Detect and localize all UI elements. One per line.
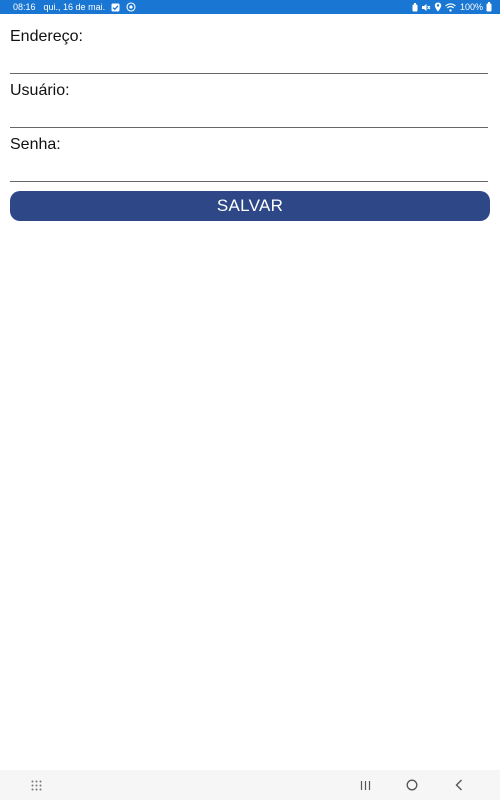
save-button[interactable]: SALVAR bbox=[10, 191, 490, 221]
battery-saver-icon bbox=[412, 2, 418, 12]
checkbox-icon bbox=[111, 3, 120, 12]
status-right: 100% bbox=[409, 0, 492, 14]
user-label: Usuário: bbox=[10, 82, 70, 99]
location-icon bbox=[434, 2, 442, 12]
password-field: Senha: bbox=[10, 122, 488, 182]
status-date: qui., 16 de mai. bbox=[43, 2, 106, 12]
battery-percent: 100% bbox=[459, 2, 483, 12]
address-field: Endereço: bbox=[10, 14, 488, 74]
apps-grid-icon[interactable] bbox=[26, 776, 46, 794]
address-label: Endereço: bbox=[10, 28, 83, 45]
settings-form: Endereço: Usuário: Senha: bbox=[10, 14, 488, 182]
home-icon[interactable] bbox=[402, 776, 422, 794]
password-label: Senha: bbox=[10, 136, 61, 153]
status-time: 08:16 bbox=[13, 2, 36, 12]
back-icon[interactable] bbox=[449, 776, 469, 794]
status-bar: 08:16 qui., 16 de mai. 100% bbox=[0, 0, 500, 14]
recent-apps-icon[interactable] bbox=[355, 776, 375, 794]
navigation-bar bbox=[0, 770, 500, 800]
wifi-icon bbox=[445, 2, 456, 12]
password-input[interactable] bbox=[10, 155, 488, 182]
battery-icon bbox=[486, 2, 492, 12]
status-left: 08:16 qui., 16 de mai. bbox=[13, 0, 136, 14]
user-field: Usuário: bbox=[10, 68, 488, 128]
mute-icon bbox=[421, 3, 431, 12]
sync-icon bbox=[126, 2, 136, 12]
